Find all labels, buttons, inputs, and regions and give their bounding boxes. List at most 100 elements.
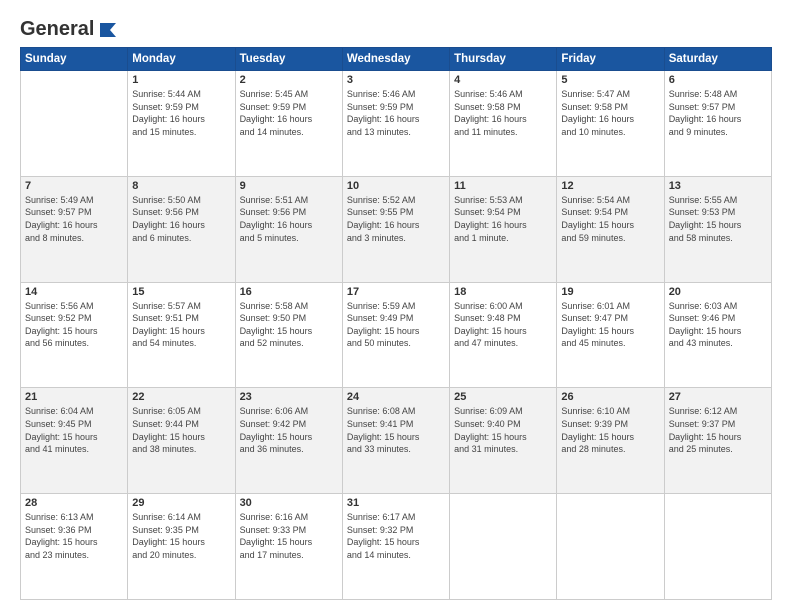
calendar-day-cell: 30 Sunrise: 6:16 AM Sunset: 9:33 PM Dayli… — [235, 494, 342, 600]
day-number: 24 — [347, 391, 445, 403]
calendar-day-cell: 8 Sunrise: 5:50 AM Sunset: 9:56 PM Daylig… — [128, 176, 235, 282]
calendar-day-cell: 1 Sunrise: 5:44 AM Sunset: 9:59 PM Daylig… — [128, 71, 235, 177]
logo: General — [20, 18, 118, 37]
day-info: Sunrise: 5:57 AM Sunset: 9:51 PM Dayligh… — [132, 300, 230, 350]
day-number: 12 — [561, 180, 659, 192]
day-info: Sunrise: 5:51 AM Sunset: 9:56 PM Dayligh… — [240, 194, 338, 244]
day-number: 8 — [132, 180, 230, 192]
day-number: 7 — [25, 180, 123, 192]
day-info: Sunrise: 5:55 AM Sunset: 9:53 PM Dayligh… — [669, 194, 767, 244]
day-number: 2 — [240, 74, 338, 86]
day-number: 14 — [25, 286, 123, 298]
day-number: 29 — [132, 497, 230, 509]
calendar-day-cell: 21Sunrise: 6:04 AM Sunset: 9:45 PM Dayli… — [21, 388, 128, 494]
calendar-table: SundayMondayTuesdayWednesdayThursdayFrid… — [20, 47, 772, 600]
day-info: Sunrise: 6:01 AM Sunset: 9:47 PM Dayligh… — [561, 300, 659, 350]
day-number: 9 — [240, 180, 338, 192]
day-info: Sunrise: 5:46 AM Sunset: 9:59 PM Dayligh… — [347, 88, 445, 138]
calendar-week-row: 14 Sunrise: 5:56 AM Sunset: 9:52 PM Dayli… — [21, 282, 772, 388]
day-number: 28 — [25, 497, 123, 509]
day-number: 13 — [669, 180, 767, 192]
day-number: 23 — [240, 391, 338, 403]
calendar-day-cell: 3 Sunrise: 5:46 AM Sunset: 9:59 PM Daylig… — [342, 71, 449, 177]
day-number: 1 — [132, 74, 230, 86]
col-header-tuesday: Tuesday — [235, 48, 342, 71]
calendar-day-cell: 10 Sunrise: 5:52 AM Sunset: 9:55 PM Dayli… — [342, 176, 449, 282]
calendar-header-row: SundayMondayTuesdayWednesdayThursdayFrid… — [21, 48, 772, 71]
day-info: Sunrise: 5:54 AM Sunset: 9:54 PM Dayligh… — [561, 194, 659, 244]
col-header-friday: Friday — [557, 48, 664, 71]
logo-flag-icon — [96, 21, 118, 39]
day-info: Sunrise: 5:44 AM Sunset: 9:59 PM Dayligh… — [132, 88, 230, 138]
day-info: Sunrise: 6:05 AM Sunset: 9:44 PM Dayligh… — [132, 405, 230, 455]
calendar-empty-cell — [450, 494, 557, 600]
day-number: 18 — [454, 286, 552, 298]
day-info: Sunrise: 6:17 AM Sunset: 9:32 PM Dayligh… — [347, 511, 445, 561]
page: General SundayMondayTuesdayWednesdayThur… — [0, 0, 792, 612]
calendar-empty-cell — [21, 71, 128, 177]
calendar-day-cell: 24 Sunrise: 6:08 AM Sunset: 9:41 PM Dayli… — [342, 388, 449, 494]
calendar-week-row: 28 Sunrise: 6:13 AM Sunset: 9:36 PM Dayli… — [21, 494, 772, 600]
day-number: 31 — [347, 497, 445, 509]
day-info: Sunrise: 5:52 AM Sunset: 9:55 PM Dayligh… — [347, 194, 445, 244]
day-info: Sunrise: 5:45 AM Sunset: 9:59 PM Dayligh… — [240, 88, 338, 138]
day-number: 3 — [347, 74, 445, 86]
col-header-monday: Monday — [128, 48, 235, 71]
col-header-wednesday: Wednesday — [342, 48, 449, 71]
day-info: Sunrise: 5:46 AM Sunset: 9:58 PM Dayligh… — [454, 88, 552, 138]
calendar-day-cell: 25 Sunrise: 6:09 AM Sunset: 9:40 PM Dayli… — [450, 388, 557, 494]
calendar-day-cell: 4Sunrise: 5:46 AM Sunset: 9:58 PM Daylig… — [450, 71, 557, 177]
header: General — [20, 18, 772, 37]
logo-general: General — [20, 18, 94, 41]
day-info: Sunrise: 6:14 AM Sunset: 9:35 PM Dayligh… — [132, 511, 230, 561]
day-info: Sunrise: 5:56 AM Sunset: 9:52 PM Dayligh… — [25, 300, 123, 350]
calendar-day-cell: 18 Sunrise: 6:00 AM Sunset: 9:48 PM Dayli… — [450, 282, 557, 388]
calendar-day-cell: 23Sunrise: 6:06 AM Sunset: 9:42 PM Dayli… — [235, 388, 342, 494]
day-number: 10 — [347, 180, 445, 192]
calendar-day-cell: 6Sunrise: 5:48 AM Sunset: 9:57 PM Daylig… — [664, 71, 771, 177]
calendar-day-cell: 16Sunrise: 5:58 AM Sunset: 9:50 PM Dayli… — [235, 282, 342, 388]
day-number: 17 — [347, 286, 445, 298]
day-number: 15 — [132, 286, 230, 298]
day-info: Sunrise: 5:59 AM Sunset: 9:49 PM Dayligh… — [347, 300, 445, 350]
day-number: 19 — [561, 286, 659, 298]
calendar-day-cell: 27Sunrise: 6:12 AM Sunset: 9:37 PM Dayli… — [664, 388, 771, 494]
calendar-day-cell: 26Sunrise: 6:10 AM Sunset: 9:39 PM Dayli… — [557, 388, 664, 494]
col-header-thursday: Thursday — [450, 48, 557, 71]
day-info: Sunrise: 6:00 AM Sunset: 9:48 PM Dayligh… — [454, 300, 552, 350]
day-number: 5 — [561, 74, 659, 86]
day-info: Sunrise: 6:10 AM Sunset: 9:39 PM Dayligh… — [561, 405, 659, 455]
day-info: Sunrise: 6:13 AM Sunset: 9:36 PM Dayligh… — [25, 511, 123, 561]
day-info: Sunrise: 6:16 AM Sunset: 9:33 PM Dayligh… — [240, 511, 338, 561]
day-info: Sunrise: 5:58 AM Sunset: 9:50 PM Dayligh… — [240, 300, 338, 350]
calendar-day-cell: 2 Sunrise: 5:45 AM Sunset: 9:59 PM Daylig… — [235, 71, 342, 177]
day-number: 11 — [454, 180, 552, 192]
day-number: 20 — [669, 286, 767, 298]
calendar-day-cell: 29 Sunrise: 6:14 AM Sunset: 9:35 PM Dayli… — [128, 494, 235, 600]
calendar-day-cell: 14 Sunrise: 5:56 AM Sunset: 9:52 PM Dayli… — [21, 282, 128, 388]
calendar-week-row: 7Sunrise: 5:49 AM Sunset: 9:57 PM Daylig… — [21, 176, 772, 282]
calendar-day-cell: 19 Sunrise: 6:01 AM Sunset: 9:47 PM Dayli… — [557, 282, 664, 388]
calendar-day-cell: 31 Sunrise: 6:17 AM Sunset: 9:32 PM Dayli… — [342, 494, 449, 600]
calendar-empty-cell — [664, 494, 771, 600]
day-info: Sunrise: 6:04 AM Sunset: 9:45 PM Dayligh… — [25, 405, 123, 455]
day-number: 30 — [240, 497, 338, 509]
calendar-day-cell: 15 Sunrise: 5:57 AM Sunset: 9:51 PM Dayli… — [128, 282, 235, 388]
day-number: 25 — [454, 391, 552, 403]
calendar-day-cell: 9 Sunrise: 5:51 AM Sunset: 9:56 PM Daylig… — [235, 176, 342, 282]
day-info: Sunrise: 6:09 AM Sunset: 9:40 PM Dayligh… — [454, 405, 552, 455]
day-info: Sunrise: 5:53 AM Sunset: 9:54 PM Dayligh… — [454, 194, 552, 244]
day-info: Sunrise: 5:50 AM Sunset: 9:56 PM Dayligh… — [132, 194, 230, 244]
calendar-day-cell: 28 Sunrise: 6:13 AM Sunset: 9:36 PM Dayli… — [21, 494, 128, 600]
day-info: Sunrise: 6:12 AM Sunset: 9:37 PM Dayligh… — [669, 405, 767, 455]
calendar-day-cell: 11 Sunrise: 5:53 AM Sunset: 9:54 PM Dayli… — [450, 176, 557, 282]
day-info: Sunrise: 6:08 AM Sunset: 9:41 PM Dayligh… — [347, 405, 445, 455]
calendar-day-cell: 7Sunrise: 5:49 AM Sunset: 9:57 PM Daylig… — [21, 176, 128, 282]
calendar-week-row: 21Sunrise: 6:04 AM Sunset: 9:45 PM Dayli… — [21, 388, 772, 494]
calendar-empty-cell — [557, 494, 664, 600]
calendar-day-cell: 12 Sunrise: 5:54 AM Sunset: 9:54 PM Dayli… — [557, 176, 664, 282]
day-number: 22 — [132, 391, 230, 403]
day-info: Sunrise: 5:48 AM Sunset: 9:57 PM Dayligh… — [669, 88, 767, 138]
day-info: Sunrise: 6:03 AM Sunset: 9:46 PM Dayligh… — [669, 300, 767, 350]
calendar-day-cell: 5Sunrise: 5:47 AM Sunset: 9:58 PM Daylig… — [557, 71, 664, 177]
